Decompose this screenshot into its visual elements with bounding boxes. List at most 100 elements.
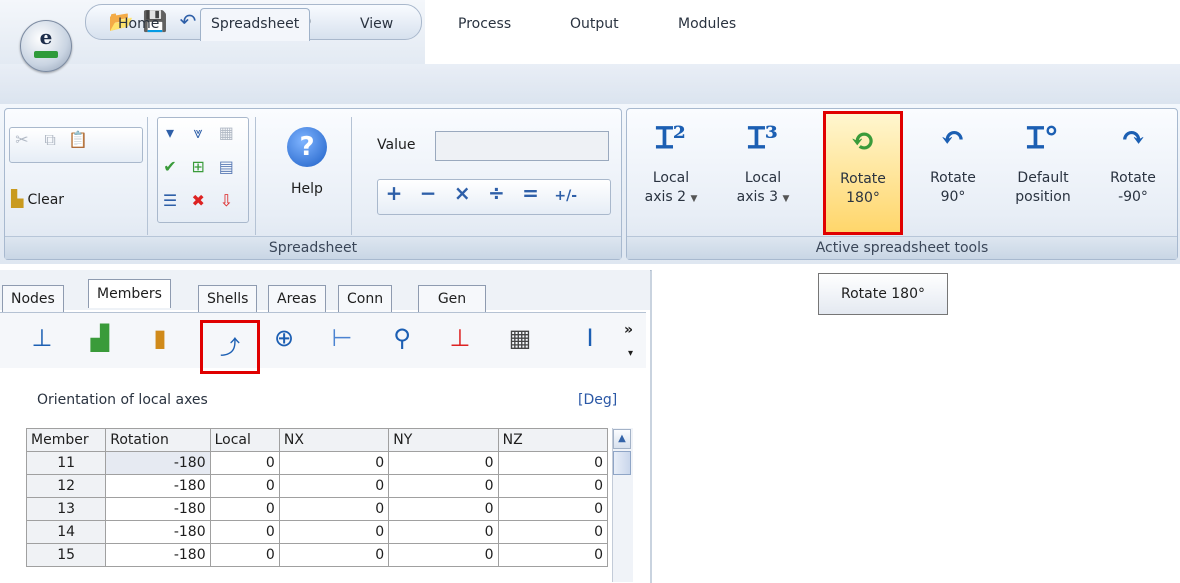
- add-op-button[interactable]: +: [382, 181, 406, 205]
- nz-cell[interactable]: 0: [497, 497, 609, 521]
- tab-view[interactable]: View: [350, 10, 403, 38]
- member-section-icon[interactable]: ▟: [80, 318, 120, 358]
- rotate-minus-90-button[interactable]: ↷ Rotate -90°: [1093, 109, 1173, 233]
- rotation-cell[interactable]: -180: [105, 474, 211, 498]
- member-release-icon[interactable]: ⊕: [264, 318, 304, 358]
- rotate-90-button[interactable]: ↶ Rotate 90°: [913, 109, 993, 233]
- value-input[interactable]: [435, 131, 609, 161]
- move-bottom-icon[interactable]: ⩔: [186, 121, 210, 145]
- separator: [351, 117, 352, 235]
- local-cell[interactable]: 0: [209, 520, 280, 544]
- cut-icon[interactable]: ✂: [10, 128, 34, 152]
- app-logo-bar: [34, 51, 58, 58]
- divide-op-button[interactable]: ÷: [484, 181, 508, 205]
- column-header[interactable]: Local: [209, 428, 280, 452]
- column-header[interactable]: NY: [388, 428, 499, 452]
- tab-modules[interactable]: Modules: [668, 10, 746, 38]
- panel-tab-nodes[interactable]: Nodes: [2, 285, 64, 312]
- member-material-icon[interactable]: ▮: [140, 318, 180, 358]
- tab-output[interactable]: Output: [560, 10, 629, 38]
- panel-tab-conn[interactable]: Conn: [338, 285, 393, 312]
- tab-spreadsheet[interactable]: Spreadsheet: [200, 8, 311, 41]
- panel-tab-members[interactable]: Members: [88, 279, 171, 308]
- local-cell[interactable]: 0: [209, 497, 280, 521]
- negate-op-button[interactable]: +/-: [551, 184, 581, 208]
- member-3d-icon[interactable]: ▦: [500, 318, 540, 358]
- nz-cell[interactable]: 0: [497, 520, 609, 544]
- rotation-cell[interactable]: -180: [105, 543, 211, 567]
- tab-home[interactable]: Home: [108, 10, 169, 38]
- nz-cell[interactable]: 0: [497, 474, 609, 498]
- ny-cell[interactable]: 0: [388, 451, 499, 475]
- nz-cell[interactable]: 0: [497, 451, 609, 475]
- subtract-op-button[interactable]: −: [416, 181, 440, 205]
- column-header[interactable]: NZ: [497, 428, 609, 452]
- app-menu-button[interactable]: e: [20, 20, 72, 72]
- ribbon-tab-row: [0, 64, 1180, 105]
- local-axis-2-button[interactable]: Ɪ² Local axis 2 ▼: [631, 109, 711, 233]
- local-cell[interactable]: 0: [209, 474, 280, 498]
- clear-button[interactable]: ▙ Clear: [11, 187, 121, 211]
- move-down-icon[interactable]: ▾: [158, 121, 182, 145]
- copy-icon[interactable]: ⧉: [38, 128, 62, 152]
- strip-dropdown-icon[interactable]: ▾: [628, 348, 633, 359]
- member-cell[interactable]: 14: [25, 520, 107, 544]
- panel-tab-areas[interactable]: Areas: [268, 285, 326, 312]
- local-axis-3-icon: Ɪ³: [748, 121, 778, 156]
- table-row: 14 -180 0 0 0 0: [25, 520, 609, 544]
- delete-rows-icon[interactable]: ✖: [186, 189, 210, 213]
- select-cells-icon[interactable]: ▤: [214, 155, 238, 179]
- nx-cell[interactable]: 0: [278, 543, 390, 567]
- nx-cell[interactable]: 0: [278, 520, 390, 544]
- rotation-cell[interactable]: -180: [105, 520, 211, 544]
- member-load-icon[interactable]: ⊥: [440, 318, 480, 358]
- more-tools-chevron-icon[interactable]: »: [624, 322, 633, 338]
- column-header[interactable]: NX: [278, 428, 390, 452]
- ny-cell[interactable]: 0: [388, 520, 499, 544]
- multiply-op-button[interactable]: ×: [450, 181, 474, 205]
- nx-cell[interactable]: 0: [278, 474, 390, 498]
- member-cell[interactable]: 13: [25, 497, 107, 521]
- tool-label-line1: Rotate: [1110, 170, 1156, 186]
- column-header[interactable]: Rotation: [105, 428, 211, 452]
- panel-tab-gen[interactable]: Gen: [418, 285, 486, 312]
- paste-icon[interactable]: 📋: [66, 128, 90, 152]
- member-cell[interactable]: 15: [25, 543, 107, 567]
- member-ibeam-icon[interactable]: I: [570, 318, 610, 358]
- scroll-thumb[interactable]: [613, 451, 631, 475]
- tool-label-line1: Local: [744, 170, 782, 186]
- ny-cell[interactable]: 0: [388, 474, 499, 498]
- sort-icon[interactable]: ⇩: [214, 189, 238, 213]
- check-rows-icon[interactable]: ✔: [158, 155, 182, 179]
- undo-icon[interactable]: ↶: [175, 8, 201, 34]
- nx-cell[interactable]: 0: [278, 451, 390, 475]
- rotation-cell[interactable]: -180: [105, 497, 211, 521]
- panel-tab-shells[interactable]: Shells: [198, 285, 258, 312]
- nz-cell[interactable]: 0: [497, 543, 609, 567]
- ny-cell[interactable]: 0: [388, 497, 499, 521]
- grid-icon[interactable]: ▦: [214, 121, 238, 145]
- scroll-up-icon[interactable]: ▲: [613, 429, 631, 449]
- member-offset-icon[interactable]: ⊢: [322, 318, 362, 358]
- local-cell[interactable]: 0: [209, 543, 280, 567]
- member-cell[interactable]: 12: [25, 474, 107, 498]
- member-node-icon[interactable]: ⊥: [22, 318, 62, 358]
- table-row: 12 -180 0 0 0 0: [25, 474, 609, 498]
- rotation-cell[interactable]: -180: [105, 451, 211, 475]
- default-position-button[interactable]: Ɪ° Default position: [1003, 109, 1083, 233]
- member-spring-icon[interactable]: ⚲: [382, 318, 422, 358]
- equals-op-button[interactable]: =: [519, 181, 543, 205]
- local-axis-2-icon: Ɪ²: [656, 121, 686, 156]
- local-cell[interactable]: 0: [209, 451, 280, 475]
- help-button[interactable]: ? Help: [275, 123, 339, 233]
- column-header[interactable]: Member: [25, 428, 107, 452]
- tab-process[interactable]: Process: [448, 10, 521, 38]
- ny-cell[interactable]: 0: [388, 543, 499, 567]
- add-row-icon[interactable]: ⊞: [186, 155, 210, 179]
- nx-cell[interactable]: 0: [278, 497, 390, 521]
- rotate-180-button[interactable]: ⟲ Rotate 180°: [823, 111, 903, 235]
- list-icon[interactable]: ☰: [158, 189, 182, 213]
- local-axis-3-button[interactable]: Ɪ³ Local axis 3 ▼: [723, 109, 803, 233]
- local-axes-orientation-icon[interactable]: ⤴: [200, 320, 260, 374]
- member-cell[interactable]: 11: [25, 451, 107, 475]
